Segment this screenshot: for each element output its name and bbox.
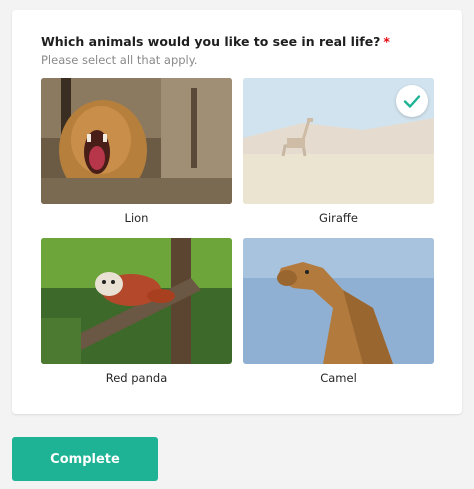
choice-label-red-panda: Red panda (105, 371, 168, 385)
choice-label-camel: Camel (320, 371, 357, 385)
question-hint: Please select all that apply. (41, 53, 198, 67)
choice-label-lion: Lion (124, 211, 149, 225)
choice-red-panda[interactable]: Red panda (41, 238, 232, 388)
choice-label-giraffe: Giraffe (319, 211, 358, 225)
giraffe-image (243, 78, 434, 204)
complete-button[interactable]: Complete (12, 437, 158, 481)
required-marker: * (383, 34, 390, 49)
red-panda-image (41, 238, 232, 364)
question-text: Which animals would you like to see in r… (41, 34, 381, 49)
camel-image (243, 238, 434, 364)
checkmark-icon (396, 85, 428, 117)
question-title: Which animals would you like to see in r… (41, 34, 441, 49)
lion-image (41, 78, 232, 204)
choice-giraffe[interactable]: Giraffe (243, 78, 434, 228)
choice-camel[interactable]: Camel (243, 238, 434, 388)
choice-lion[interactable]: Lion (41, 78, 232, 228)
